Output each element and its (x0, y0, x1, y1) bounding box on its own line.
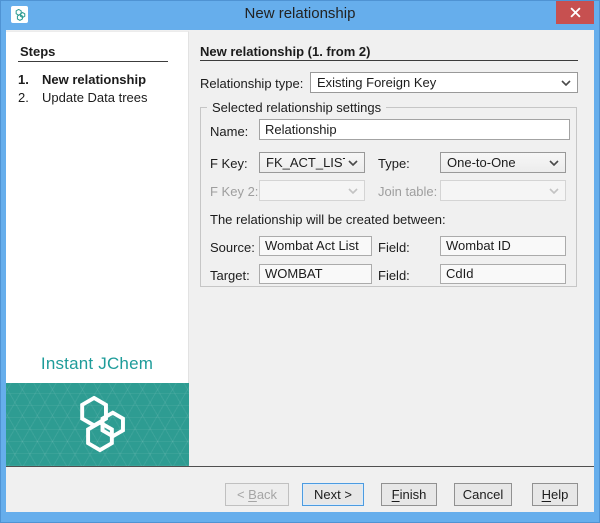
type-label: Type: (378, 156, 410, 171)
relationship-type-select[interactable]: Existing Foreign Key (310, 72, 578, 93)
panel-title-divider (200, 60, 578, 61)
step-number: 2. (18, 90, 42, 105)
fkey2-select (259, 180, 365, 201)
steps-sidebar: Steps 1. New relationship 2. Update Data… (6, 31, 189, 466)
target-field-value-box: CdId (440, 264, 566, 284)
new-relationship-dialog: New relationship Steps 1. New relationsh… (0, 0, 600, 523)
fkey-value: FK_ACT_LIST_... (266, 155, 345, 170)
type-value: One-to-One (447, 155, 546, 170)
target-label: Target: (210, 268, 250, 283)
window-title: New relationship (0, 5, 600, 22)
titlebar[interactable]: New relationship (0, 0, 600, 30)
steps-heading: Steps (20, 44, 55, 59)
chevron-down-icon (546, 188, 562, 194)
fkey-select[interactable]: FK_ACT_LIST_... (259, 152, 365, 173)
back-button: < Back (225, 483, 289, 506)
source-label: Source: (210, 240, 255, 255)
footer-button-bar: < Back Next > Finish Cancel Help (6, 467, 594, 512)
cancel-button[interactable]: Cancel (454, 483, 512, 506)
join-table-label: Join table: (378, 184, 437, 199)
chevron-down-icon (345, 188, 361, 194)
chevron-down-icon (546, 160, 562, 166)
step-label: Update Data trees (42, 90, 148, 105)
type-select[interactable]: One-to-One (440, 152, 566, 173)
name-label: Name: (210, 124, 248, 139)
fkey-label: F Key: (210, 156, 248, 171)
settings-groupbox-title: Selected relationship settings (207, 100, 386, 115)
step-number: 1. (18, 72, 42, 87)
panel-title: New relationship (1. from 2) (200, 44, 370, 59)
step-label: New relationship (42, 72, 146, 87)
finish-button[interactable]: Finish (381, 483, 437, 506)
name-input[interactable] (259, 119, 570, 140)
hexagon-logo-icon (67, 396, 129, 453)
chevron-down-icon (345, 160, 361, 166)
close-icon (570, 7, 581, 18)
brand-banner (6, 383, 189, 466)
steps-divider (18, 61, 168, 62)
source-value-box: Wombat Act List (259, 236, 372, 256)
brand-text: Instant JChem (6, 354, 188, 374)
chevron-down-icon (558, 80, 574, 86)
source-field-label: Field: (378, 240, 410, 255)
next-button[interactable]: Next > (302, 483, 364, 506)
step-item-new-relationship: 1. New relationship (18, 72, 146, 87)
step-item-update-data-trees: 2. Update Data trees (18, 90, 148, 105)
source-field-value-box: Wombat ID (440, 236, 566, 256)
join-table-select (440, 180, 566, 201)
between-text: The relationship will be created between… (210, 212, 446, 227)
relationship-type-value: Existing Foreign Key (317, 75, 558, 90)
help-button[interactable]: Help (532, 483, 578, 506)
target-value-box: WOMBAT (259, 264, 372, 284)
close-button[interactable] (556, 1, 594, 24)
fkey2-label: F Key 2: (210, 184, 258, 199)
relationship-type-label: Relationship type: (200, 76, 303, 91)
target-field-label: Field: (378, 268, 410, 283)
